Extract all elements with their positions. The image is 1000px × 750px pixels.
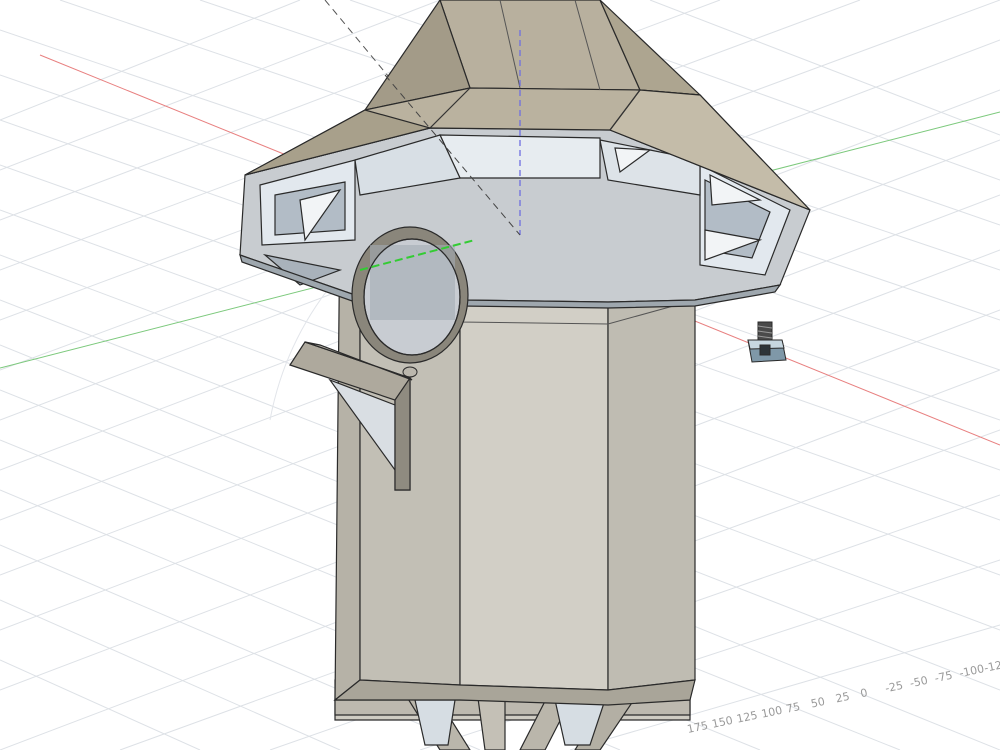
ruler-label: -75: [933, 669, 953, 685]
ruler-label: -50: [909, 674, 929, 690]
ruler-label: -100: [958, 662, 985, 680]
ruler-label: 75: [785, 700, 801, 716]
ruler-label: 150: [711, 714, 734, 731]
ruler-label: 25: [834, 690, 850, 706]
ruler-label: 0: [859, 686, 869, 700]
ruler-label: 100: [760, 704, 783, 721]
ruler: 175 150 125 100 75 50 25 0 -25 -50 -75 -100-125: [686, 657, 1000, 736]
cad-viewport-canvas[interactable]: 175 150 125 100 75 50 25 0 -25 -50 -75 -100-125: [0, 0, 1000, 750]
ruler-label: -125: [983, 657, 1000, 675]
ruler-label: -25: [884, 679, 904, 695]
ruler-label: 50: [810, 695, 826, 711]
mounting-screw[interactable]: [747, 321, 787, 363]
ruler-label: 125: [735, 709, 758, 726]
